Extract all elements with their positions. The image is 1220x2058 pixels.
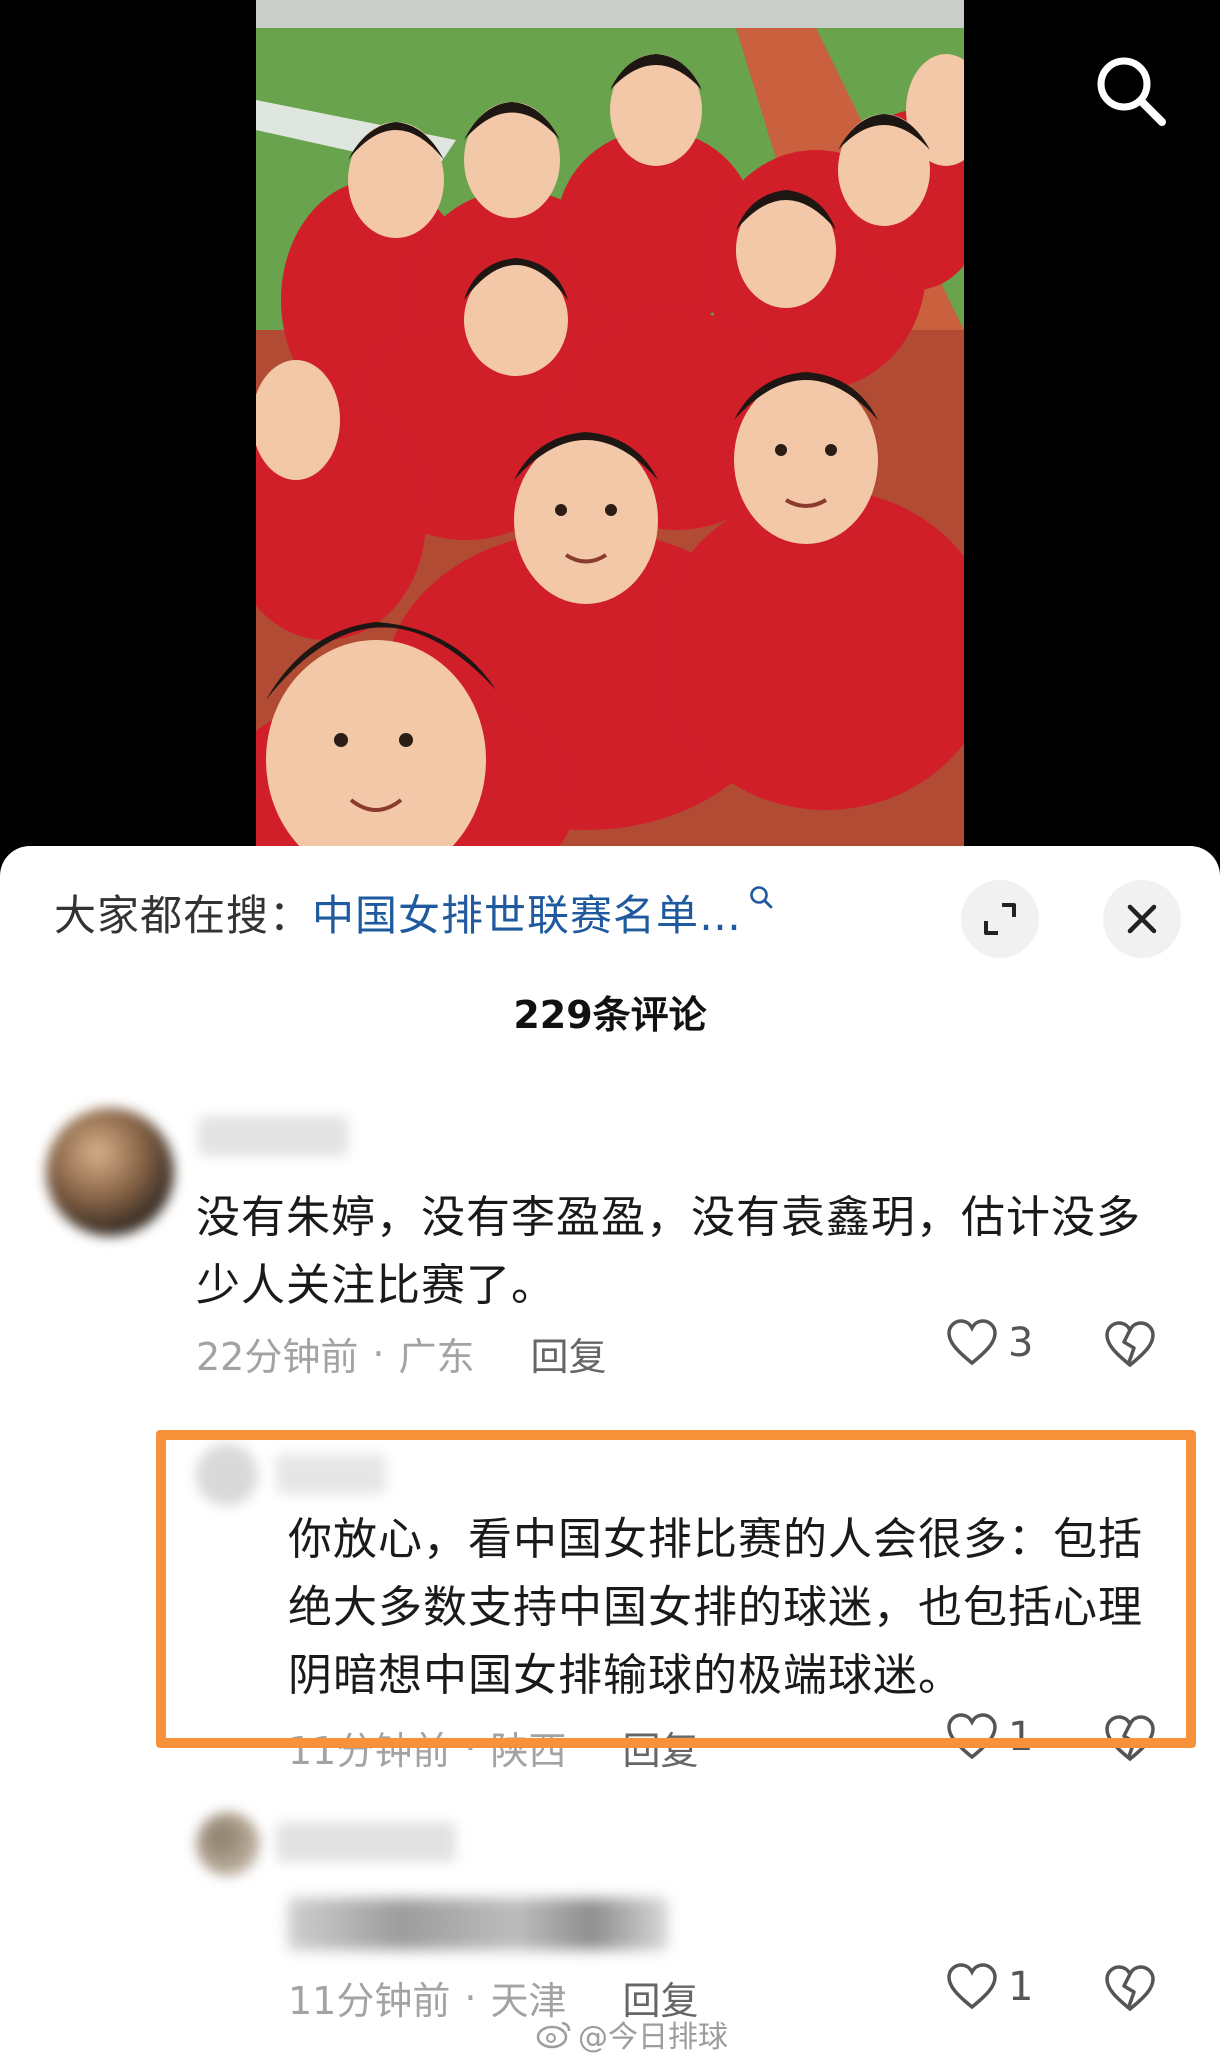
reply-button[interactable]: 回复: [530, 1326, 606, 1381]
avatar[interactable]: [196, 1812, 260, 1876]
heart-icon: [947, 1963, 997, 2010]
broken-heart-icon: [1105, 1965, 1155, 2012]
dislike-button[interactable]: [1104, 1320, 1156, 1374]
search-icon: [1097, 57, 1166, 126]
like-count: 1: [1008, 1964, 1034, 2010]
comment-text-blurred: [288, 1898, 668, 1950]
avatar[interactable]: [46, 1108, 174, 1236]
dislike-button[interactable]: [1104, 1964, 1156, 2018]
username[interactable]: [276, 1822, 456, 1862]
suggestion-prefix: 大家都在搜：: [54, 890, 313, 940]
search-suggestion: 大家都在搜： 中国女排世联赛名单…: [54, 882, 774, 942]
comment-text: 没有朱婷，没有李盈盈，没有袁鑫玥，估计没多少人关注比赛了。: [196, 1192, 1141, 1311]
comment-time: 22分钟前: [196, 1335, 359, 1379]
separator-dot: ·: [464, 1975, 477, 2020]
like-count: 3: [1008, 1320, 1034, 1366]
heart-icon: [947, 1319, 997, 1366]
comment-time: 11分钟前: [288, 1979, 451, 2023]
expand-icon: [984, 903, 1016, 935]
like-button[interactable]: 1: [946, 1962, 1033, 2012]
video-area[interactable]: [0, 0, 1220, 850]
broken-heart-icon: [1105, 1321, 1155, 1368]
comment-sheet: 大家都在搜： 中国女排世联赛名单… 229条评论 没有朱婷，没有李盈盈，没有袁鑫…: [0, 846, 1220, 2058]
expand-button[interactable]: [961, 880, 1039, 958]
suggestion-query-link[interactable]: 中国女排世联赛名单…: [312, 882, 742, 943]
search-small-icon: [748, 884, 774, 914]
watermark: @今日排球: [536, 2012, 728, 2056]
team-photo: [256, 0, 964, 850]
comment-location: 广东: [398, 1335, 475, 1379]
close-icon: [1127, 904, 1157, 934]
watermark-text: @今日排球: [578, 2020, 728, 2055]
like-button[interactable]: 3: [946, 1318, 1033, 1368]
separator-dot: ·: [372, 1331, 385, 1376]
comment-meta: 22分钟前 · 广东 回复: [196, 1326, 606, 1381]
username[interactable]: [198, 1116, 348, 1156]
highlight-frame: [156, 1430, 1196, 1748]
weibo-logo-icon: [536, 2021, 571, 2049]
search-button[interactable]: [1090, 50, 1172, 132]
comment-count: 229条评论: [513, 993, 707, 1037]
close-button[interactable]: [1103, 880, 1181, 958]
